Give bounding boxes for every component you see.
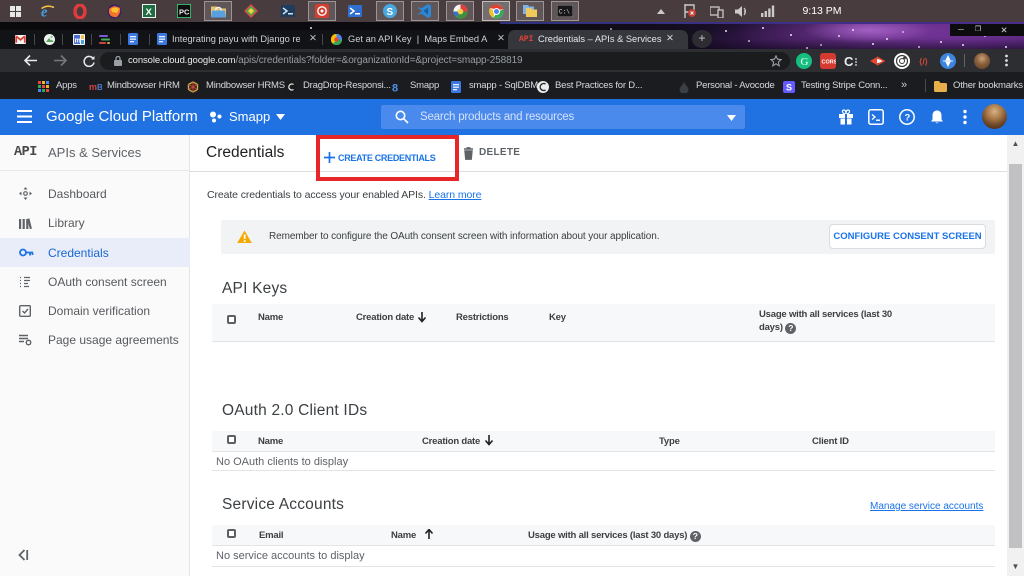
svg-text:CORS: CORS bbox=[822, 59, 837, 65]
svg-text:S: S bbox=[786, 83, 792, 93]
svg-text:S: S bbox=[387, 7, 394, 18]
svg-text:PC: PC bbox=[179, 8, 190, 17]
svg-text:m: m bbox=[89, 82, 97, 91]
svg-text:C: C bbox=[844, 54, 854, 69]
svg-text:8: 8 bbox=[392, 83, 398, 94]
svg-text:B: B bbox=[97, 83, 102, 91]
svg-text:G: G bbox=[801, 56, 809, 68]
svg-text:⟨/⟩: ⟨/⟩ bbox=[919, 56, 928, 66]
svg-text:?: ? bbox=[905, 113, 911, 124]
svg-text:X: X bbox=[146, 7, 153, 18]
svg-text:C:\: C:\ bbox=[559, 9, 570, 16]
svg-text:m: m bbox=[75, 38, 81, 45]
